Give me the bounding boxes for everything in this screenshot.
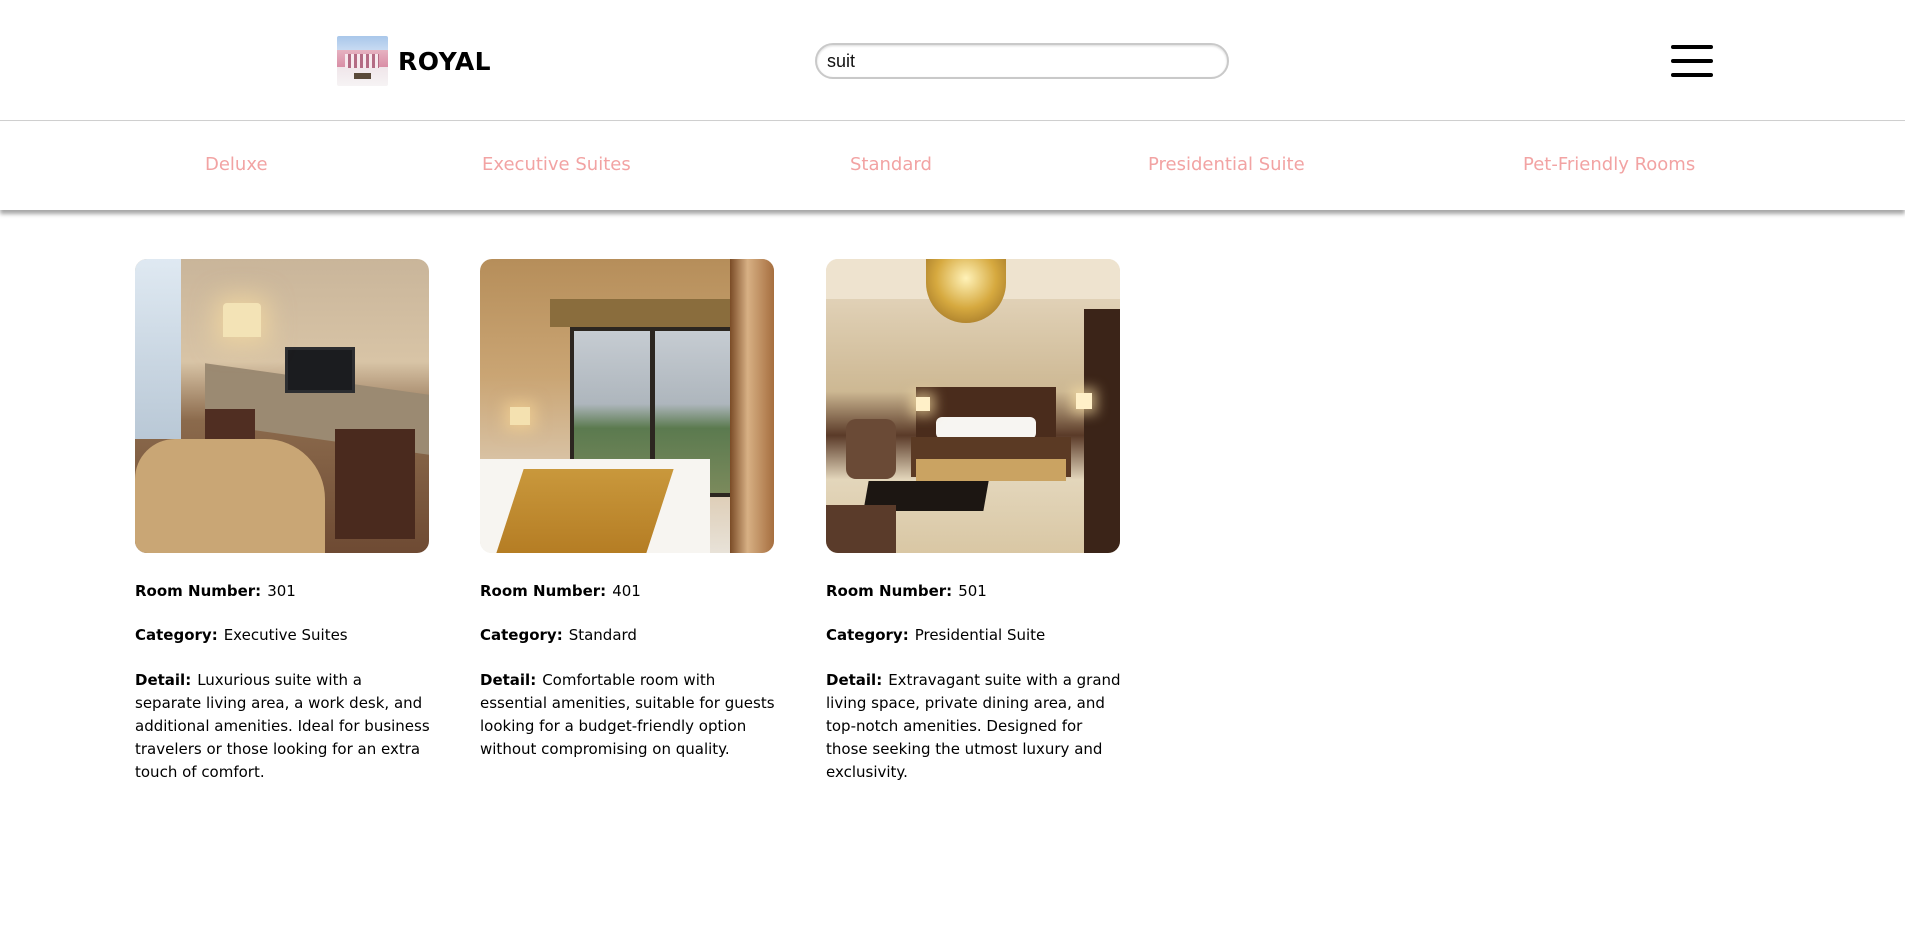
detail-label: Detail: xyxy=(826,671,883,689)
top-header: ROYAL xyxy=(0,0,1905,121)
hamburger-menu-icon[interactable] xyxy=(1671,45,1713,77)
category-label: Category: xyxy=(480,626,563,644)
room-photo[interactable] xyxy=(135,259,429,553)
room-photo[interactable] xyxy=(480,259,774,553)
category-value: Standard xyxy=(568,626,637,644)
detail-row: Detail: Luxurious suite with a separate l… xyxy=(135,669,431,784)
category-row: Category: Presidential Suite xyxy=(826,624,1045,647)
room-number-row: Room Number: 401 xyxy=(480,580,641,603)
category-value: Presidential Suite xyxy=(914,626,1046,644)
room-card[interactable]: Room Number: 501 Category: Presidential Su… xyxy=(826,259,1121,781)
hotel-logo xyxy=(337,36,388,86)
room-number-label: Room Number: xyxy=(135,582,262,600)
category-row: Category: Executive Suites xyxy=(135,624,348,647)
brand[interactable]: ROYAL xyxy=(337,36,491,86)
room-card[interactable]: Room Number: 401 Category: Standard Detail… xyxy=(480,259,775,758)
category-link-standard[interactable]: Standard xyxy=(850,154,932,175)
category-link-executive-suites[interactable]: Executive Suites xyxy=(482,154,631,175)
detail-row: Detail: Comfortable room with essential a… xyxy=(480,669,776,761)
category-link-deluxe[interactable]: Deluxe xyxy=(205,154,268,175)
detail-label: Detail: xyxy=(135,671,192,689)
search-input[interactable] xyxy=(815,43,1229,79)
room-number-value: 501 xyxy=(958,582,987,600)
room-number-value: 301 xyxy=(267,582,296,600)
room-card[interactable]: Room Number: 301 Category: Executive Suite… xyxy=(135,259,430,781)
room-number-label: Room Number: xyxy=(826,582,953,600)
category-value: Executive Suites xyxy=(223,626,348,644)
room-number-label: Room Number: xyxy=(480,582,607,600)
brand-name: ROYAL xyxy=(398,46,492,76)
category-label: Category: xyxy=(135,626,218,644)
room-number-row: Room Number: 501 xyxy=(826,580,987,603)
category-label: Category: xyxy=(826,626,909,644)
detail-label: Detail: xyxy=(480,671,537,689)
detail-row: Detail: Extravagant suite with a grand li… xyxy=(826,669,1122,784)
room-photo[interactable] xyxy=(826,259,1120,553)
category-row: Category: Standard xyxy=(480,624,637,647)
room-number-value: 401 xyxy=(612,582,641,600)
category-link-presidential-suite[interactable]: Presidential Suite xyxy=(1148,154,1305,175)
room-number-row: Room Number: 301 xyxy=(135,580,296,603)
category-link-pet-friendly-rooms[interactable]: Pet-Friendly Rooms xyxy=(1523,154,1695,175)
category-nav: Deluxe Executive Suites Standard Preside… xyxy=(0,122,1905,210)
